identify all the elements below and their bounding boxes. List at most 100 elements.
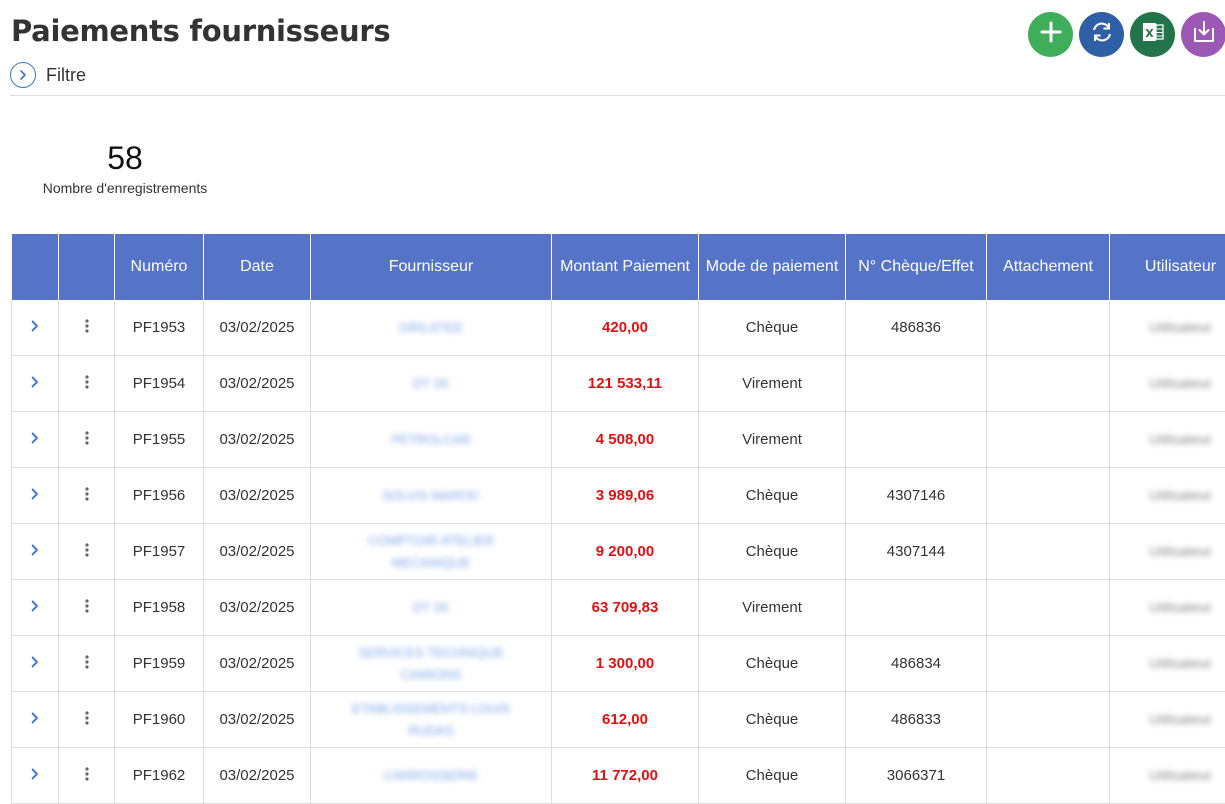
expand-row-button[interactable] — [12, 636, 59, 692]
column-header-utilisateur[interactable]: Utilisateur — [1110, 234, 1225, 300]
supplier-name[interactable]: DT 2K — [413, 597, 450, 619]
supplier-name[interactable]: ETABLISSEMENTS LOUIS RUDAS — [346, 698, 516, 742]
expand-row-button[interactable] — [12, 300, 59, 356]
cell-attachement[interactable] — [987, 580, 1110, 636]
download-button[interactable] — [1181, 12, 1225, 57]
expand-row-button[interactable] — [12, 468, 59, 524]
expand-row-button[interactable] — [12, 580, 59, 636]
cell-mode: Virement — [699, 412, 846, 468]
cell-utilisateur: Utilisateur — [1110, 636, 1225, 692]
cell-mode: Virement — [699, 356, 846, 412]
table-row[interactable]: PF195603/02/2025SOLVIS MAROC3 989,06Chèq… — [12, 468, 1225, 524]
table-row[interactable]: PF196203/02/2025CARROSSERIE11 772,00Chèq… — [12, 748, 1225, 804]
cell-attachement[interactable] — [987, 524, 1110, 580]
chevron-right-icon[interactable] — [30, 655, 40, 672]
user-name: Utilisateur — [1149, 655, 1211, 671]
cell-fournisseur[interactable]: COMPTOIR ATELIER MECANIQUE — [311, 524, 552, 580]
table-row[interactable]: PF196003/02/2025ETABLISSEMENTS LOUIS RUD… — [12, 692, 1225, 748]
user-name: Utilisateur — [1149, 487, 1211, 503]
expand-row-button[interactable] — [12, 356, 59, 412]
cell-fournisseur[interactable]: CARROSSERIE — [311, 748, 552, 804]
column-header-fournisseur[interactable]: Fournisseur — [311, 234, 552, 300]
expand-row-button[interactable] — [12, 748, 59, 804]
column-header-attachement[interactable]: Attachement — [987, 234, 1110, 300]
cell-attachement[interactable] — [987, 412, 1110, 468]
chevron-right-icon[interactable] — [30, 487, 40, 504]
cell-utilisateur: Utilisateur — [1110, 580, 1225, 636]
table-row[interactable]: PF195403/02/2025DT 2K121 533,11VirementU… — [12, 356, 1225, 412]
row-actions-button[interactable] — [59, 300, 115, 356]
more-vertical-icon[interactable] — [85, 768, 89, 785]
row-actions-button[interactable] — [59, 356, 115, 412]
column-header-mode[interactable]: Mode de paiement — [699, 234, 846, 300]
table-row[interactable]: PF195503/02/2025PETROLCAR4 508,00Viremen… — [12, 412, 1225, 468]
more-vertical-icon[interactable] — [85, 320, 89, 337]
row-actions-button[interactable] — [59, 636, 115, 692]
cell-attachement[interactable] — [987, 636, 1110, 692]
cell-fournisseur[interactable]: SERVICES TECHNIQUE CAMIONS — [311, 636, 552, 692]
cell-fournisseur[interactable]: DT 2K — [311, 356, 552, 412]
user-name: Utilisateur — [1149, 599, 1211, 615]
cell-utilisateur: Utilisateur — [1110, 300, 1225, 356]
more-vertical-icon[interactable] — [85, 432, 89, 449]
column-header-date[interactable]: Date — [204, 234, 311, 300]
supplier-name[interactable]: SERVICES TECHNIQUE CAMIONS — [346, 642, 516, 686]
supplier-name[interactable]: DT 2K — [413, 373, 450, 395]
supplier-name[interactable]: COMPTOIR ATELIER MECANIQUE — [346, 530, 516, 574]
cell-attachement[interactable] — [987, 356, 1110, 412]
cell-attachement[interactable] — [987, 692, 1110, 748]
chevron-right-icon[interactable] — [30, 375, 40, 392]
supplier-name[interactable]: CARROSSERIE — [384, 765, 479, 787]
cell-numero: PF1954 — [115, 356, 204, 412]
expand-row-button[interactable] — [12, 692, 59, 748]
user-name: Utilisateur — [1149, 767, 1211, 783]
column-header-cheque[interactable]: N° Chèque/Effet — [846, 234, 987, 300]
more-vertical-icon[interactable] — [85, 376, 89, 393]
row-actions-button[interactable] — [59, 468, 115, 524]
cell-attachement[interactable] — [987, 300, 1110, 356]
chevron-right-icon[interactable] — [30, 431, 40, 448]
more-vertical-icon[interactable] — [85, 656, 89, 673]
more-vertical-icon[interactable] — [85, 600, 89, 617]
filter-label[interactable]: Filtre — [46, 65, 86, 86]
chevron-right-icon[interactable] — [30, 599, 40, 616]
expand-row-button[interactable] — [12, 412, 59, 468]
chevron-right-icon[interactable] — [30, 319, 40, 336]
table-row[interactable]: PF195303/02/2025GRILSTEE420,00Chèque4868… — [12, 300, 1225, 356]
row-actions-button[interactable] — [59, 748, 115, 804]
more-vertical-icon[interactable] — [85, 488, 89, 505]
column-header-numero[interactable]: Numéro — [115, 234, 204, 300]
cell-fournisseur[interactable]: GRILSTEE — [311, 300, 552, 356]
table-row[interactable]: PF195803/02/2025DT 2K63 709,83VirementUt… — [12, 580, 1225, 636]
user-name: Utilisateur — [1149, 431, 1211, 447]
row-actions-button[interactable] — [59, 412, 115, 468]
more-vertical-icon[interactable] — [85, 544, 89, 561]
chevron-right-icon[interactable] — [30, 767, 40, 784]
row-actions-button[interactable] — [59, 524, 115, 580]
cell-attachement[interactable] — [987, 468, 1110, 524]
chevron-right-icon[interactable] — [30, 543, 40, 560]
add-button[interactable] — [1028, 12, 1073, 57]
refresh-button[interactable] — [1079, 12, 1124, 57]
filter-toggle[interactable]: Filtre — [10, 62, 86, 88]
table-row[interactable]: PF195903/02/2025SERVICES TECHNIQUE CAMIO… — [12, 636, 1225, 692]
cell-fournisseur[interactable]: ETABLISSEMENTS LOUIS RUDAS — [311, 692, 552, 748]
more-vertical-icon[interactable] — [85, 712, 89, 729]
supplier-name[interactable]: GRILSTEE — [399, 317, 463, 339]
cell-fournisseur[interactable]: DT 2K — [311, 580, 552, 636]
supplier-name[interactable]: SOLVIS MAROC — [382, 485, 480, 507]
row-actions-button[interactable] — [59, 580, 115, 636]
cell-mode: Chèque — [699, 300, 846, 356]
expand-row-button[interactable] — [12, 524, 59, 580]
column-header-montant[interactable]: Montant Paiement — [552, 234, 699, 300]
table-row[interactable]: PF195703/02/2025COMPTOIR ATELIER MECANIQ… — [12, 524, 1225, 580]
cell-attachement[interactable] — [987, 748, 1110, 804]
cell-fournisseur[interactable]: SOLVIS MAROC — [311, 468, 552, 524]
cell-fournisseur[interactable]: PETROLCAR — [311, 412, 552, 468]
chevron-right-icon[interactable] — [30, 711, 40, 728]
chevron-right-circle-icon[interactable] — [10, 62, 36, 88]
row-actions-button[interactable] — [59, 692, 115, 748]
cell-cheque — [846, 412, 987, 468]
supplier-name[interactable]: PETROLCAR — [391, 429, 470, 451]
excel-export-button[interactable]: X — [1130, 12, 1175, 57]
